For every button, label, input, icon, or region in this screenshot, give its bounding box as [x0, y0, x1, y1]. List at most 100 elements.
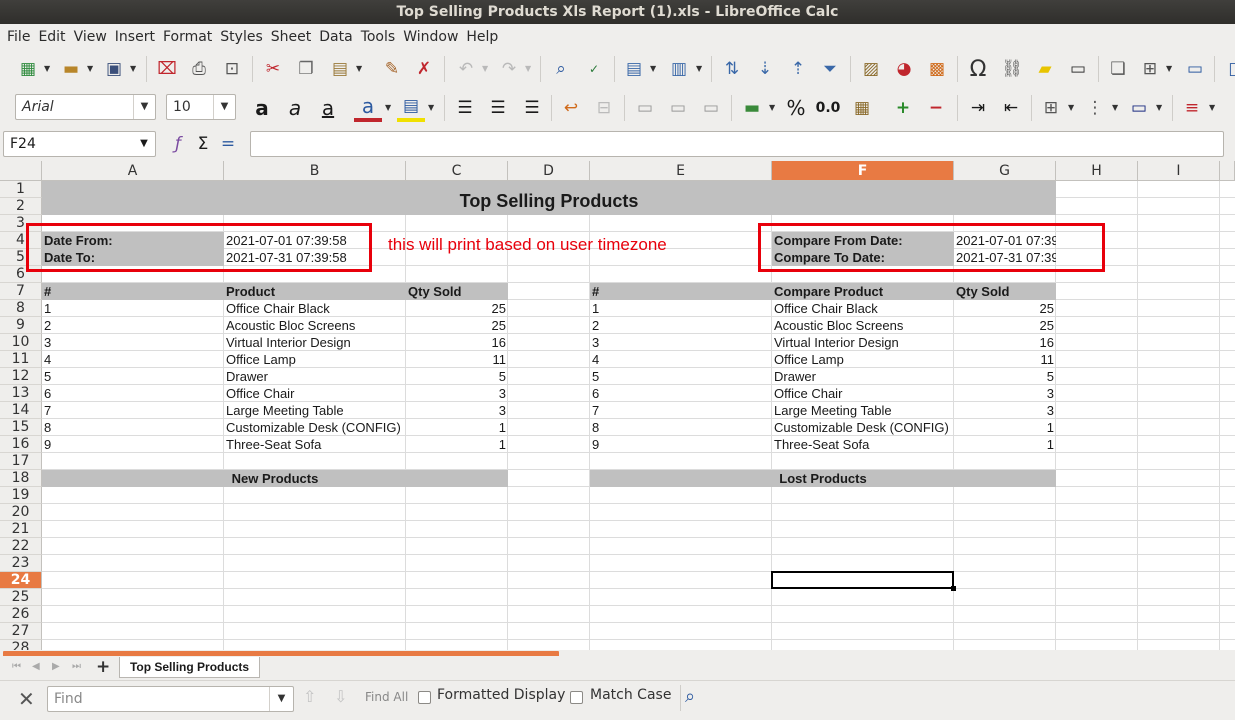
row-header-23[interactable]: 23: [0, 555, 42, 572]
clear-formatting-icon[interactable]: ✗: [410, 55, 438, 83]
font-name-box[interactable]: Arial ▼: [15, 94, 156, 120]
cut-icon[interactable]: ✂: [259, 55, 287, 83]
row-header-16[interactable]: 16: [0, 436, 42, 453]
row-header-8[interactable]: 8: [0, 300, 42, 317]
column-header-h[interactable]: H: [1056, 161, 1138, 181]
formula-icon[interactable]: =: [217, 132, 239, 156]
formula-input[interactable]: [250, 131, 1224, 157]
row-header-1[interactable]: 1: [0, 181, 42, 198]
menu-styles[interactable]: Styles: [216, 29, 266, 45]
chevron-down-icon[interactable]: ▼: [1156, 103, 1164, 112]
border-style-icon[interactable]: ⋮: [1081, 94, 1109, 122]
column-header-a[interactable]: A: [42, 161, 224, 181]
row-header-17[interactable]: 17: [0, 453, 42, 470]
menu-help[interactable]: Help: [462, 29, 502, 45]
next-sheet-icon[interactable]: ▶: [52, 661, 60, 672]
new-document-icon[interactable]: ▦: [14, 55, 42, 83]
menu-view[interactable]: View: [70, 29, 111, 45]
cell-cursor[interactable]: [771, 571, 954, 589]
chevron-down-icon[interactable]: ▼: [482, 64, 490, 73]
increase-indent-icon[interactable]: ⇥: [964, 94, 992, 122]
row-header-18[interactable]: 18: [0, 470, 42, 487]
column-header-c[interactable]: C: [406, 161, 508, 181]
row-header-13[interactable]: 13: [0, 385, 42, 402]
font-size-box[interactable]: 10 ▼: [166, 94, 236, 120]
row-header-19[interactable]: 19: [0, 487, 42, 504]
row-header-9[interactable]: 9: [0, 317, 42, 334]
export-pdf-icon[interactable]: ⌧: [153, 55, 181, 83]
row-header-11[interactable]: 11: [0, 351, 42, 368]
fill-handle[interactable]: [951, 586, 956, 591]
align-center-icon[interactable]: ☰: [484, 94, 512, 122]
add-decimal-place-icon[interactable]: +: [889, 94, 917, 122]
show-draw-functions-icon[interactable]: ▯: [1219, 55, 1235, 83]
chevron-down-icon[interactable]: ▼: [1166, 64, 1174, 73]
chevron-down-icon[interactable]: ▼: [428, 103, 436, 112]
undo-icon[interactable]: ↶: [452, 55, 480, 83]
print-preview-icon[interactable]: ⊡: [218, 55, 246, 83]
function-wizard-icon[interactable]: ƒ: [167, 132, 189, 156]
column-header-d[interactable]: D: [508, 161, 590, 181]
chevron-down-icon[interactable]: ▼: [133, 132, 155, 156]
chevron-down-icon[interactable]: ▼: [213, 95, 235, 119]
find-input[interactable]: Find ▼: [47, 686, 294, 712]
formatted-display-checkbox[interactable]: [418, 691, 431, 704]
spelling-icon[interactable]: ✓: [580, 55, 608, 83]
date-format-icon[interactable]: ▦: [848, 94, 876, 122]
merge-cells-icon[interactable]: ⊟: [590, 94, 618, 122]
conditional-format-icon[interactable]: ≡: [1178, 94, 1206, 122]
chevron-down-icon[interactable]: ▼: [133, 95, 155, 119]
chevron-down-icon[interactable]: ▼: [269, 687, 293, 711]
sort-ascending-icon[interactable]: ⇣: [751, 55, 779, 83]
freeze-rows-columns-icon[interactable]: ⊞: [1136, 55, 1164, 83]
open-folder-icon[interactable]: ▬: [57, 55, 85, 83]
headers-footers-icon[interactable]: ▭: [1064, 55, 1092, 83]
first-sheet-icon[interactable]: ⏮: [12, 661, 21, 672]
column-header-b[interactable]: B: [224, 161, 406, 181]
row-header-21[interactable]: 21: [0, 521, 42, 538]
insert-chart-icon[interactable]: ◕: [890, 55, 918, 83]
delete-decimal-place-icon[interactable]: −: [922, 94, 950, 122]
underline-icon[interactable]: a: [314, 94, 342, 122]
border-color-icon[interactable]: ▭: [1125, 94, 1153, 122]
find-replace-icon[interactable]: ⌕: [685, 686, 695, 707]
hyperlink-icon[interactable]: ⛓: [998, 55, 1026, 83]
menu-format[interactable]: Format: [159, 29, 216, 45]
last-sheet-icon[interactable]: ⏭: [72, 661, 81, 672]
chevron-down-icon[interactable]: ▼: [1209, 103, 1217, 112]
sheet-tab-top-selling-products[interactable]: Top Selling Products: [119, 657, 260, 678]
center-vertically-icon[interactable]: ▭: [664, 94, 692, 122]
align-bottom-icon[interactable]: ▭: [697, 94, 725, 122]
number-format-icon[interactable]: 0.0: [814, 94, 842, 122]
chevron-down-icon[interactable]: ▼: [385, 103, 393, 112]
spreadsheet-grid[interactable]: A B C D E F G H I 1 2 3 4 5 6 7 8 9 10 11 12 13 14 15 16 17 18 19 20…: [0, 161, 1235, 650]
menu-file[interactable]: File: [3, 29, 34, 45]
row-header-10[interactable]: 10: [0, 334, 42, 351]
chevron-down-icon[interactable]: ▼: [696, 64, 704, 73]
chevron-down-icon[interactable]: ▼: [87, 64, 95, 73]
highlighting-color-icon[interactable]: ▤: [397, 94, 425, 122]
name-box[interactable]: F24 ▼: [3, 131, 156, 157]
split-window-icon[interactable]: ▭: [1181, 55, 1209, 83]
chevron-down-icon[interactable]: ▼: [769, 103, 777, 112]
menu-edit[interactable]: Edit: [34, 29, 69, 45]
close-icon[interactable]: ✕: [18, 687, 35, 711]
chevron-down-icon[interactable]: ▼: [525, 64, 533, 73]
align-left-icon[interactable]: ☰: [451, 94, 479, 122]
column-icon[interactable]: ▥: [665, 55, 693, 83]
find-replace-icon[interactable]: ⌕: [547, 55, 575, 83]
row-header-25[interactable]: 25: [0, 589, 42, 606]
define-print-area-icon[interactable]: ❏: [1104, 55, 1132, 83]
save-icon[interactable]: ▣: [100, 55, 128, 83]
percent-format-icon[interactable]: %: [782, 94, 810, 122]
row-header-14[interactable]: 14: [0, 402, 42, 419]
previous-sheet-icon[interactable]: ◀: [32, 661, 40, 672]
font-color-icon[interactable]: a: [354, 94, 382, 122]
find-previous-icon[interactable]: ⇧: [303, 687, 316, 706]
bold-icon[interactable]: a: [248, 94, 276, 122]
column-header-f[interactable]: F: [772, 161, 954, 181]
row-header-12[interactable]: 12: [0, 368, 42, 385]
menu-tools[interactable]: Tools: [357, 29, 400, 45]
menu-insert[interactable]: Insert: [111, 29, 159, 45]
find-all-button[interactable]: Find All: [365, 690, 408, 704]
